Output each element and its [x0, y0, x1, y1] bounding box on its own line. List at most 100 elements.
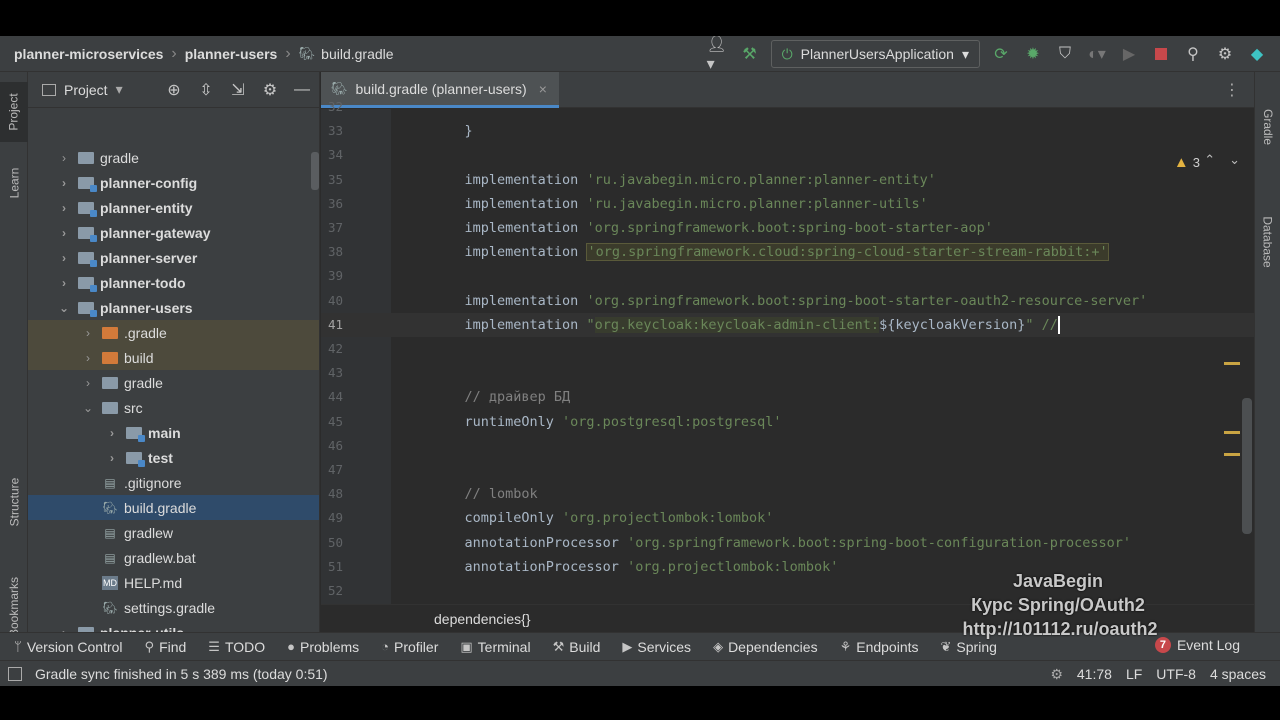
hammer-icon[interactable]: ⚒ [739, 43, 761, 65]
breadcrumb-project[interactable]: planner-microservices [14, 46, 163, 62]
line-separator[interactable]: LF [1126, 666, 1142, 682]
tree-item[interactable]: 🐘︎ build.gradle [28, 495, 319, 520]
tool-window-version-control[interactable]: ᛘ Version Control [14, 639, 123, 655]
code-line[interactable]: 46 [321, 434, 1254, 458]
tree-item[interactable]: › planner-config [28, 170, 319, 195]
tool-window-spring[interactable]: ❦ Spring [941, 639, 997, 655]
stripe-tab-gradle[interactable]: Gradle [1255, 92, 1280, 162]
tree-item[interactable]: ›planner-utils [28, 620, 319, 632]
code-line[interactable]: 51 annotationProcessor 'org.projectlombo… [321, 555, 1254, 579]
chevron-right-icon[interactable]: › [104, 426, 120, 440]
code-line[interactable]: 32 [321, 95, 1254, 119]
code-line[interactable]: 39 [321, 264, 1254, 288]
tree-item[interactable]: ▤ .gitignore [28, 470, 319, 495]
tree-item[interactable]: › build [28, 345, 319, 370]
chevron-right-icon[interactable]: › [56, 201, 72, 215]
user-icon[interactable]: 👤︎▾ [707, 36, 729, 73]
rerun-icon[interactable]: ⟳ [990, 43, 1012, 65]
tree-item[interactable]: › test [28, 445, 319, 470]
editor-breadcrumb[interactable]: dependencies{} [434, 611, 531, 627]
tree-item[interactable]: › gradle [28, 370, 319, 395]
chevron-down-icon[interactable]: ⌄ [56, 301, 72, 315]
code-line[interactable]: 49 compileOnly 'org.projectlombok:lombok… [321, 506, 1254, 530]
tree-item[interactable]: › main [28, 420, 319, 445]
chevron-down-icon[interactable]: ▾ [116, 81, 123, 98]
tree-item[interactable]: › gradle [28, 145, 319, 170]
search-icon[interactable]: ⚲ [1182, 43, 1204, 65]
code-line[interactable]: 41 implementation "org.keycloak:keycloak… [321, 312, 1254, 337]
tool-window-todo[interactable]: ☰ TODO [208, 639, 265, 655]
tree-item[interactable]: ⌄ planner-users [28, 295, 319, 320]
chevron-right-icon[interactable]: › [56, 276, 72, 290]
warning-marker[interactable] [1224, 362, 1240, 365]
warning-marker[interactable] [1224, 453, 1240, 456]
chevron-up-icon[interactable]: ⌃ [1204, 152, 1215, 168]
code-line[interactable]: 47 [321, 458, 1254, 482]
stripe-tab-learn[interactable]: Learn [0, 158, 28, 208]
chevron-right-icon[interactable]: › [56, 176, 72, 190]
tree-item[interactable]: 🐘︎ settings.gradle [28, 595, 319, 620]
chevron-down-icon[interactable]: ⌄ [1229, 152, 1240, 168]
hide-icon[interactable]: — [291, 79, 313, 101]
tool-window-dependencies[interactable]: ◈ Dependencies [713, 639, 818, 655]
gear-icon[interactable]: ⚙ [259, 79, 281, 101]
code-line[interactable]: 33 } [321, 119, 1254, 143]
chevron-right-icon[interactable]: › [80, 326, 96, 340]
debug-icon[interactable]: ✹ [1022, 43, 1044, 65]
tool-windows-toggle-icon[interactable] [8, 667, 22, 681]
run-configuration-select[interactable]: ⏻ PlannerUsersApplication ▾ [770, 40, 980, 68]
code-line[interactable]: 40 implementation 'org.springframework.b… [321, 289, 1254, 313]
stripe-tab-database[interactable]: Database [1255, 202, 1280, 282]
chevron-right-icon[interactable]: › [80, 376, 96, 390]
project-scrollbar[interactable] [311, 152, 319, 190]
status-message[interactable]: Gradle sync finished in 5 s 389 ms (toda… [0, 666, 328, 682]
coverage-icon[interactable]: ⛉ [1054, 43, 1076, 65]
tool-window-problems[interactable]: ● Problems [287, 639, 359, 655]
gear-icon[interactable]: ⚙ [1214, 43, 1236, 65]
editor-vertical-scrollbar[interactable] [1242, 398, 1252, 534]
background-tasks-icon[interactable]: ⚙ [1050, 666, 1063, 683]
expand-all-icon[interactable]: ⇳ [195, 79, 217, 101]
code-line[interactable]: 50 annotationProcessor 'org.springframew… [321, 531, 1254, 555]
tool-window-find[interactable]: ⚲ Find [145, 639, 187, 655]
tree-item[interactable]: ▤ gradlew.bat [28, 545, 319, 570]
code-line[interactable]: 36 implementation 'ru.javabegin.micro.pl… [321, 192, 1254, 216]
inspection-widget[interactable]: ▲ 3 [1174, 154, 1200, 171]
code-line[interactable]: 35 implementation 'ru.javabegin.micro.pl… [321, 168, 1254, 192]
stripe-tab-structure[interactable]: Structure [0, 462, 28, 542]
tree-item[interactable]: MD HELP.md [28, 570, 319, 595]
breadcrumb-module[interactable]: planner-users [185, 46, 278, 62]
tree-item[interactable]: ⌄ src [28, 395, 319, 420]
code-line[interactable]: 34 [321, 143, 1254, 167]
tree-item[interactable]: ▤ gradlew [28, 520, 319, 545]
file-encoding[interactable]: UTF-8 [1156, 666, 1196, 682]
tool-window-services[interactable]: ▶ Services [622, 639, 691, 655]
indent-setting[interactable]: 4 spaces [1210, 666, 1266, 682]
code-view[interactable]: 32 33 } 34 35 implementation 'ru.javabegin.… [321, 72, 1254, 632]
warning-marker[interactable] [1224, 431, 1240, 434]
tool-window-endpoints[interactable]: ⚘ Endpoints [840, 639, 919, 655]
tree-item[interactable]: › planner-todo [28, 270, 319, 295]
plugin-icon[interactable]: ◆ [1246, 43, 1268, 65]
code-line[interactable]: 45 runtimeOnly 'org.postgresql:postgresq… [321, 410, 1254, 434]
tree-item[interactable]: › planner-gateway [28, 220, 319, 245]
project-view-select[interactable]: Project [64, 82, 108, 98]
code-line[interactable]: 44 // драйвер БД [321, 385, 1254, 409]
profile-icon[interactable]: ◐▾ [1086, 43, 1108, 65]
chevron-right-icon[interactable]: › [56, 251, 72, 265]
code-line[interactable]: 43 [321, 361, 1254, 385]
chevron-right-icon[interactable]: › [56, 151, 72, 165]
breadcrumb-file[interactable]: 🐘︎ build.gradle [299, 46, 394, 62]
code-line[interactable]: 37 implementation 'org.springframework.b… [321, 216, 1254, 240]
tree-item[interactable]: › planner-server [28, 245, 319, 270]
chevron-down-icon[interactable]: ⌄ [80, 401, 96, 415]
chevron-right-icon[interactable]: › [104, 451, 120, 465]
stop-icon[interactable] [1150, 43, 1172, 65]
collapse-all-icon[interactable]: ⇲ [227, 79, 249, 101]
chevron-right-icon[interactable]: › [80, 351, 96, 365]
code-line[interactable]: 38 implementation 'org.springframework.c… [321, 240, 1254, 264]
caret-position[interactable]: 41:78 [1077, 666, 1112, 682]
code-line[interactable]: 42 [321, 337, 1254, 361]
tool-window-build[interactable]: ⚒ Build [553, 639, 601, 655]
tree-item[interactable]: › .gradle [28, 320, 319, 345]
